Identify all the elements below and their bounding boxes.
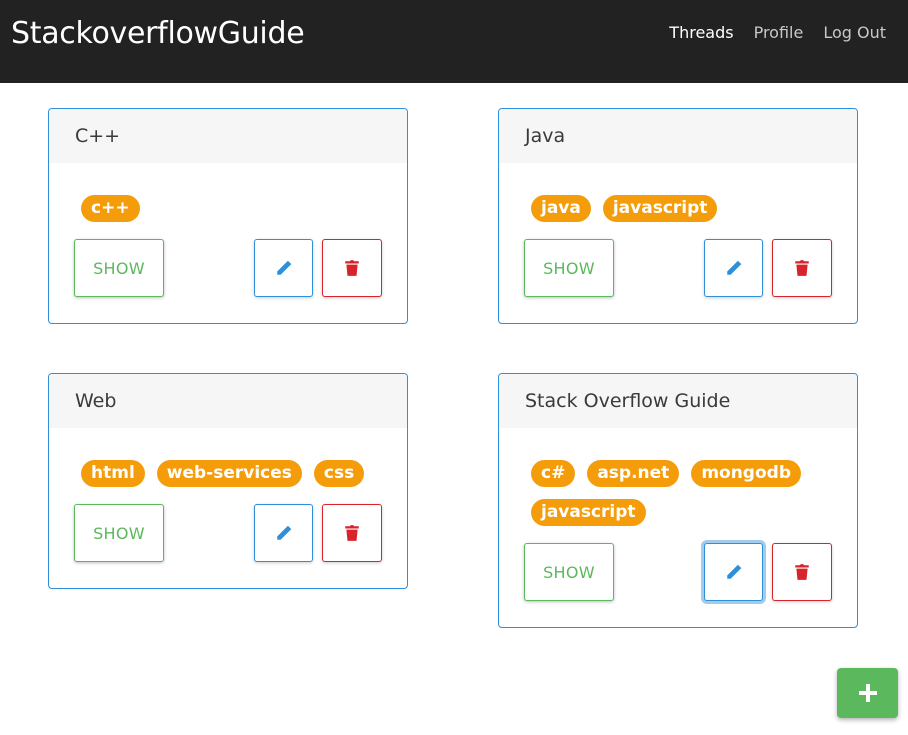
add-thread-button[interactable]: [837, 668, 898, 718]
delete-button[interactable]: [772, 239, 832, 297]
pencil-icon: [276, 260, 291, 275]
card-title: Stack Overflow Guide: [499, 374, 857, 428]
pencil-icon: [726, 260, 741, 275]
tag-badge[interactable]: web-services: [156, 460, 302, 487]
pencil-icon: [276, 525, 291, 540]
show-button[interactable]: SHOW: [74, 239, 164, 297]
card-title: Java: [499, 109, 857, 163]
nav-logout[interactable]: Log Out: [823, 23, 886, 42]
tag-badge[interactable]: html: [81, 460, 145, 487]
tag-badge[interactable]: asp.net: [587, 460, 680, 487]
show-button[interactable]: SHOW: [524, 543, 614, 601]
plus-icon: [858, 684, 877, 702]
edit-button[interactable]: [704, 239, 763, 297]
thread-card-java: Java java javascript SHOW: [498, 108, 858, 324]
pencil-icon: [726, 564, 741, 579]
nav-links: Threads Profile Log Out: [669, 23, 886, 42]
nav-profile[interactable]: Profile: [754, 23, 804, 42]
thread-card-web: Web html web-services css SHOW: [48, 373, 408, 589]
trash-icon: [795, 564, 809, 580]
card-title: Web: [49, 374, 407, 428]
nav-threads[interactable]: Threads: [669, 23, 733, 42]
navbar: StackoverflowGuide Threads Profile Log O…: [0, 0, 908, 83]
delete-button[interactable]: [322, 239, 382, 297]
thread-card-cpp: C++ c++ SHOW: [48, 108, 408, 324]
show-button[interactable]: SHOW: [74, 504, 164, 562]
trash-icon: [345, 525, 359, 541]
delete-button[interactable]: [322, 504, 382, 562]
thread-card-stack-overflow-guide: Stack Overflow Guide c# asp.net mongodb …: [498, 373, 858, 628]
tag-list: java javascript: [524, 163, 832, 234]
tag-list: c# asp.net mongodb javascript: [524, 428, 832, 538]
edit-button[interactable]: [254, 239, 313, 297]
tag-badge[interactable]: css: [313, 460, 365, 487]
tag-list: c++: [74, 163, 382, 234]
tag-badge[interactable]: c#: [531, 460, 576, 487]
show-button[interactable]: SHOW: [524, 239, 614, 297]
tag-badge[interactable]: c++: [81, 195, 140, 222]
trash-icon: [795, 260, 809, 276]
tag-badge[interactable]: mongodb: [691, 460, 801, 487]
brand-title[interactable]: StackoverflowGuide: [11, 16, 305, 51]
tag-badge[interactable]: java: [531, 195, 591, 222]
tag-badge[interactable]: javascript: [602, 195, 718, 222]
tag-badge[interactable]: javascript: [531, 499, 646, 526]
delete-button[interactable]: [772, 543, 832, 601]
tag-list: html web-services css: [74, 428, 382, 499]
card-title: C++: [49, 109, 407, 163]
edit-button[interactable]: [704, 543, 763, 601]
trash-icon: [345, 260, 359, 276]
edit-button[interactable]: [254, 504, 313, 562]
